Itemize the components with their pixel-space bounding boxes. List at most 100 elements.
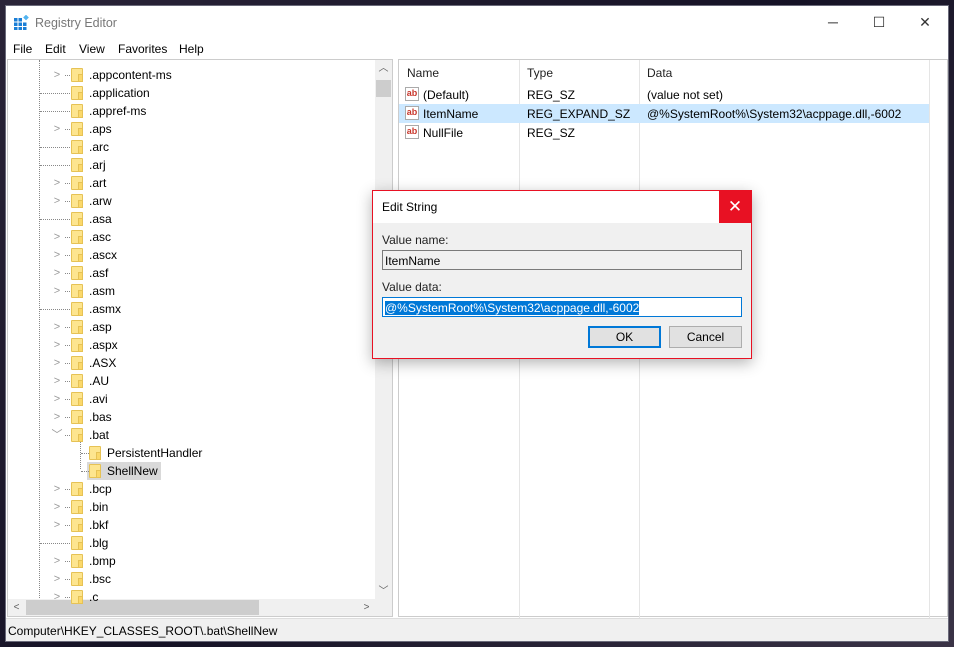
value-row[interactable]: ab (Default) REG_SZ (value not set) [399, 85, 929, 104]
tree-line [40, 543, 70, 544]
menu-bar: File Edit View Favorites Help [6, 39, 948, 59]
tree-item[interactable]: > .ascx [8, 246, 375, 264]
string-value-icon: ab [405, 87, 419, 101]
tree-item[interactable]: .asa [8, 210, 375, 228]
tree-item[interactable]: > .asm [8, 282, 375, 300]
tree-item[interactable]: > .asp [8, 318, 375, 336]
tree-item[interactable]: .application [8, 84, 375, 102]
value-data-input[interactable]: @%SystemRoot%\System32\acppage.dll,-6002 [382, 297, 742, 317]
tree-item[interactable]: > .bmp [8, 552, 375, 570]
folder-icon [89, 446, 101, 460]
folder-icon [89, 464, 101, 478]
tree-item[interactable]: > .aspx [8, 336, 375, 354]
tree-item[interactable]: .arc [8, 138, 375, 156]
chevron-right-icon[interactable]: > [51, 481, 63, 497]
chevron-right-icon[interactable]: > [51, 355, 63, 371]
tree-line [65, 237, 70, 238]
menu-edit[interactable]: Edit [45, 42, 66, 56]
folder-icon [71, 104, 83, 118]
tree-item[interactable]: PersistentHandler [8, 444, 375, 462]
tree-line [65, 363, 70, 364]
tree-line [65, 345, 70, 346]
value-row[interactable]: ab NullFile REG_SZ [399, 123, 929, 142]
chevron-right-icon[interactable]: > [51, 265, 63, 281]
tree-item[interactable]: > .asc [8, 228, 375, 246]
status-bar: Computer\HKEY_CLASSES_ROOT\.bat\ShellNew [6, 618, 948, 641]
tree-item[interactable]: ﹀ .bat [8, 426, 375, 444]
tree-item[interactable]: .asmx [8, 300, 375, 318]
scroll-thumb[interactable] [376, 80, 391, 97]
chevron-down-icon[interactable]: ﹀ [51, 427, 63, 443]
tree-item[interactable]: > .bas [8, 408, 375, 426]
tree-item[interactable]: > .aps [8, 120, 375, 138]
value-row[interactable]: ab ItemName REG_EXPAND_SZ @%SystemRoot%\… [399, 104, 929, 123]
tree-line [65, 399, 70, 400]
folder-icon [71, 554, 83, 568]
column-divider[interactable] [929, 60, 930, 618]
chevron-right-icon[interactable]: > [51, 319, 63, 335]
tree-item[interactable]: > .bin [8, 498, 375, 516]
chevron-right-icon[interactable]: > [51, 517, 63, 533]
chevron-right-icon[interactable]: > [51, 229, 63, 245]
chevron-right-icon[interactable]: > [51, 589, 63, 605]
chevron-right-icon[interactable]: > [51, 409, 63, 425]
string-value-icon: ab [405, 125, 419, 139]
tree-line [40, 93, 70, 94]
menu-help[interactable]: Help [179, 42, 204, 56]
tree-item[interactable]: > .bsc [8, 570, 375, 588]
chevron-right-icon[interactable]: > [51, 175, 63, 191]
scroll-up-icon[interactable]: ︿ [375, 60, 392, 77]
tree-item[interactable]: > .asf [8, 264, 375, 282]
menu-file[interactable]: File [13, 42, 32, 56]
tree-item[interactable]: .arj [8, 156, 375, 174]
chevron-right-icon[interactable]: > [51, 553, 63, 569]
close-button[interactable]: ✕ [902, 6, 948, 38]
chevron-right-icon[interactable]: > [51, 193, 63, 209]
tree-item-label: .aspx [89, 338, 118, 352]
menu-view[interactable]: View [79, 42, 105, 56]
value-type: REG_SZ [527, 126, 576, 140]
chevron-right-icon[interactable]: > [51, 499, 63, 515]
value-type: REG_SZ [527, 88, 576, 102]
string-value-icon: ab [405, 106, 419, 120]
tree-item[interactable]: > .appcontent-ms [8, 66, 375, 84]
chevron-right-icon[interactable]: > [51, 67, 63, 83]
value-data-text: @%SystemRoot%\System32\acppage.dll,-6002 [385, 301, 640, 315]
tree-item[interactable]: > .bcp [8, 480, 375, 498]
column-name[interactable]: Name [407, 66, 439, 80]
tree-item[interactable]: > .avi [8, 390, 375, 408]
chevron-right-icon[interactable]: > [51, 337, 63, 353]
menu-favorites[interactable]: Favorites [118, 42, 167, 56]
tree-line [65, 525, 70, 526]
column-type[interactable]: Type [527, 66, 553, 80]
chevron-right-icon[interactable]: > [51, 121, 63, 137]
tree-item[interactable]: .blg [8, 534, 375, 552]
cancel-button[interactable]: Cancel [669, 326, 742, 348]
tree-item[interactable]: > .ASX [8, 354, 375, 372]
maximize-button[interactable]: ☐ [856, 6, 902, 38]
chevron-right-icon[interactable]: > [51, 391, 63, 407]
tree-item-label: .ASX [89, 356, 117, 370]
folder-icon [71, 500, 83, 514]
tree-item[interactable]: ShellNew [8, 462, 375, 480]
tree-item-label: .aps [89, 122, 112, 136]
column-data[interactable]: Data [647, 66, 672, 80]
ok-button[interactable]: OK [588, 326, 661, 348]
scroll-down-icon[interactable]: ﹀ [375, 583, 392, 600]
chevron-right-icon[interactable]: > [51, 373, 63, 389]
tree-item[interactable]: > .AU [8, 372, 375, 390]
folder-icon [71, 266, 83, 280]
tree-item[interactable]: > .arw [8, 192, 375, 210]
tree-item[interactable]: .appref-ms [8, 102, 375, 120]
tree-item[interactable]: > .c [8, 588, 375, 606]
key-tree[interactable]: ︿ ﹀ < > > .appcontent-ms .application .appr… [7, 59, 393, 617]
tree-item[interactable]: > .art [8, 174, 375, 192]
tree-item[interactable]: > .bkf [8, 516, 375, 534]
tree-item-label: .asc [89, 230, 112, 244]
chevron-right-icon[interactable]: > [51, 571, 63, 587]
chevron-right-icon[interactable]: > [51, 247, 63, 263]
registry-editor-icon [14, 15, 29, 30]
chevron-right-icon[interactable]: > [51, 283, 63, 299]
dialog-close-icon[interactable]: ✕ [719, 191, 751, 223]
minimize-button[interactable]: ─ [810, 6, 856, 38]
